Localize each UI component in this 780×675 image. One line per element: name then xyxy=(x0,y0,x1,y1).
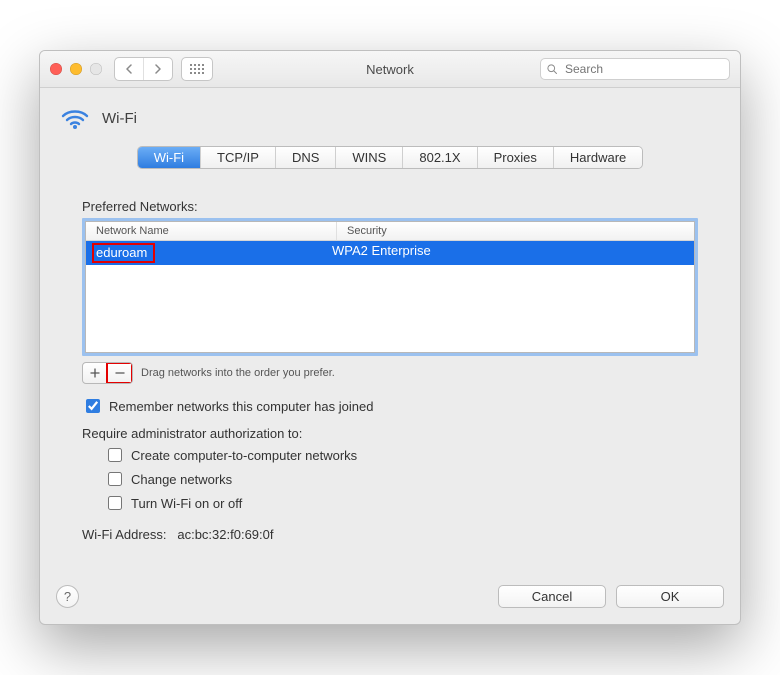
require-admin-label: Require administrator authorization to: xyxy=(82,426,698,441)
wifi-address-row: Wi-Fi Address: ac:bc:32:f0:69:0f xyxy=(82,527,698,542)
network-name-cell: eduroam xyxy=(92,243,155,263)
remember-networks-row[interactable]: Remember networks this computer has join… xyxy=(82,396,698,416)
tab-tcpip[interactable]: TCP/IP xyxy=(201,147,276,168)
admin-change-networks-row[interactable]: Change networks xyxy=(104,469,698,489)
minimize-window-button[interactable] xyxy=(70,63,82,75)
add-remove-group xyxy=(82,362,133,384)
tab-wifi[interactable]: Wi-Fi xyxy=(138,147,201,168)
titlebar: Network xyxy=(40,51,740,88)
show-all-button[interactable] xyxy=(181,57,213,81)
remember-networks-label: Remember networks this computer has join… xyxy=(109,399,373,414)
admin-toggle-wifi-checkbox[interactable] xyxy=(108,496,122,510)
help-button[interactable]: ? xyxy=(56,585,79,608)
minus-icon xyxy=(115,368,125,378)
tab-wins[interactable]: WINS xyxy=(336,147,403,168)
back-button[interactable] xyxy=(115,58,143,80)
pane-header: Wi-Fi xyxy=(60,106,720,130)
network-security-cell: WPA2 Enterprise xyxy=(322,241,694,265)
wifi-address-value: ac:bc:32:f0:69:0f xyxy=(177,527,273,542)
nav-back-forward xyxy=(114,57,173,81)
wifi-icon xyxy=(60,106,90,130)
drag-hint: Drag networks into the order you prefer. xyxy=(141,367,335,379)
network-preferences-window: Network Wi-Fi Wi-Fi TCP/IP DNS WI xyxy=(39,50,741,625)
list-header: Network Name Security xyxy=(86,222,694,241)
remember-networks-checkbox[interactable] xyxy=(86,399,100,413)
chevron-left-icon xyxy=(125,64,133,74)
wifi-address-label: Wi-Fi Address: xyxy=(82,527,167,542)
grid-icon xyxy=(190,64,204,74)
admin-change-networks-label: Change networks xyxy=(131,472,232,487)
admin-create-adhoc-checkbox[interactable] xyxy=(108,448,122,462)
network-row[interactable]: eduroam WPA2 Enterprise xyxy=(86,241,694,265)
column-network-name[interactable]: Network Name xyxy=(86,222,336,240)
admin-toggle-wifi-label: Turn Wi-Fi on or off xyxy=(131,496,242,511)
zoom-window-button[interactable] xyxy=(90,63,102,75)
preferred-networks-label: Preferred Networks: xyxy=(82,199,698,214)
ok-button[interactable]: OK xyxy=(616,585,724,608)
list-empty-area xyxy=(86,265,694,352)
admin-create-adhoc-row[interactable]: Create computer-to-computer networks xyxy=(104,445,698,465)
admin-change-networks-checkbox[interactable] xyxy=(108,472,122,486)
pane-title: Wi-Fi xyxy=(102,110,137,127)
dialog-footer: ? Cancel OK xyxy=(40,578,740,624)
tab-8021x[interactable]: 802.1X xyxy=(403,147,477,168)
traffic-lights xyxy=(50,63,102,75)
plus-icon xyxy=(90,368,100,378)
chevron-right-icon xyxy=(154,64,162,74)
tab-bar: Wi-Fi TCP/IP DNS WINS 802.1X Proxies Har… xyxy=(137,146,644,169)
admin-toggle-wifi-row[interactable]: Turn Wi-Fi on or off xyxy=(104,493,698,513)
search-input[interactable] xyxy=(540,58,730,80)
tab-proxies[interactable]: Proxies xyxy=(478,147,554,168)
tab-dns[interactable]: DNS xyxy=(276,147,336,168)
preferred-networks-list[interactable]: Network Name Security eduroam WPA2 Enter… xyxy=(82,218,698,356)
admin-create-adhoc-label: Create computer-to-computer networks xyxy=(131,448,357,463)
cancel-button[interactable]: Cancel xyxy=(498,585,606,608)
close-window-button[interactable] xyxy=(50,63,62,75)
forward-button[interactable] xyxy=(143,58,172,80)
add-network-button[interactable] xyxy=(83,363,107,383)
remove-network-button[interactable] xyxy=(107,363,132,383)
search-icon xyxy=(546,63,558,75)
tab-hardware[interactable]: Hardware xyxy=(554,147,642,168)
column-security[interactable]: Security xyxy=(336,222,694,240)
